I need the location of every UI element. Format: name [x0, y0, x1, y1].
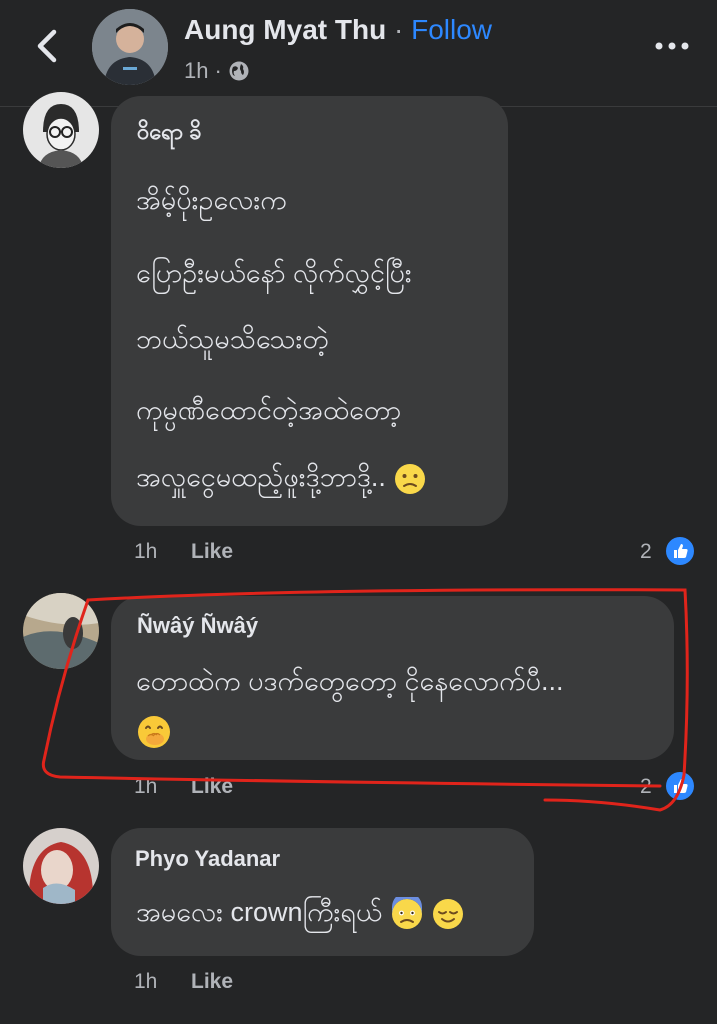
commenter-avatar[interactable] [23, 92, 99, 168]
comment-author[interactable]: Ñwâý Ñwâý [137, 613, 258, 639]
post-meta: 1h · [184, 58, 250, 84]
comment-time[interactable]: 1h [134, 775, 157, 799]
like-button[interactable]: Like [191, 775, 233, 799]
relieved-face-icon [433, 898, 464, 929]
follow-button[interactable]: Follow [411, 14, 492, 45]
slightly-frowning-face-icon [395, 463, 426, 494]
comment-text-line-last: အမလေး crownကြီးရယ် [136, 895, 465, 935]
comment-text-line: ပြောဦးမယ်နော် လိုက်လွှင့်ပြီး [136, 258, 412, 288]
reaction-count[interactable]: 2 [640, 540, 652, 564]
commenter-avatar[interactable] [23, 828, 99, 904]
comment-text-line-last: အလှူငွေမထည့်ဖူးဒို့ဘာဒို့.. [136, 460, 427, 500]
like-button[interactable]: Like [191, 540, 233, 564]
reaction-count[interactable]: 2 [640, 775, 652, 799]
comment-time[interactable]: 1h [134, 540, 157, 564]
comment-text-line: ဘယ်သူမသိသေးတဲ့ [136, 324, 329, 354]
comment-text-line: ကုမ္ပဏီထောင်တဲ့အထဲတော့ [136, 395, 402, 425]
comment-time[interactable]: 1h [134, 970, 157, 994]
like-button[interactable]: Like [191, 970, 233, 994]
comment-text: အလှူငွေမထည့်ဖူးဒို့ဘာဒို့.. [136, 462, 386, 492]
comment-text: အမလေး crownကြီးရယ် [136, 897, 383, 927]
face-with-hand-over-mouth-icon [138, 716, 170, 748]
globe-icon [229, 61, 249, 81]
post-author-line: Aung Myat Thu · Follow [184, 14, 492, 46]
thumbs-up-icon [664, 535, 696, 567]
more-dots-icon[interactable] [654, 36, 690, 56]
meta-separator: · [214, 58, 222, 83]
comment-text-line: အိမ့်ပိုးဥလေးက [136, 185, 287, 215]
post-header: Aung Myat Thu · Follow 1h · [0, 0, 717, 107]
chevron-left-icon[interactable] [28, 24, 64, 68]
comment-author[interactable]: Phyo Yadanar [135, 846, 280, 872]
author-avatar[interactable] [92, 9, 168, 85]
comment-author[interactable]: ဝိရော ခိ [137, 117, 201, 150]
comment-text-line: တောထဲက ပဒက်တွေတော့ ငိုနေလောက်ပီ... [136, 666, 564, 696]
post-time[interactable]: 1h [184, 58, 208, 84]
post-author-name[interactable]: Aung Myat Thu [184, 14, 386, 45]
anxious-face-icon [391, 896, 422, 929]
commenter-avatar[interactable] [23, 593, 99, 669]
thumbs-up-icon [664, 770, 696, 802]
separator: · [393, 14, 404, 45]
